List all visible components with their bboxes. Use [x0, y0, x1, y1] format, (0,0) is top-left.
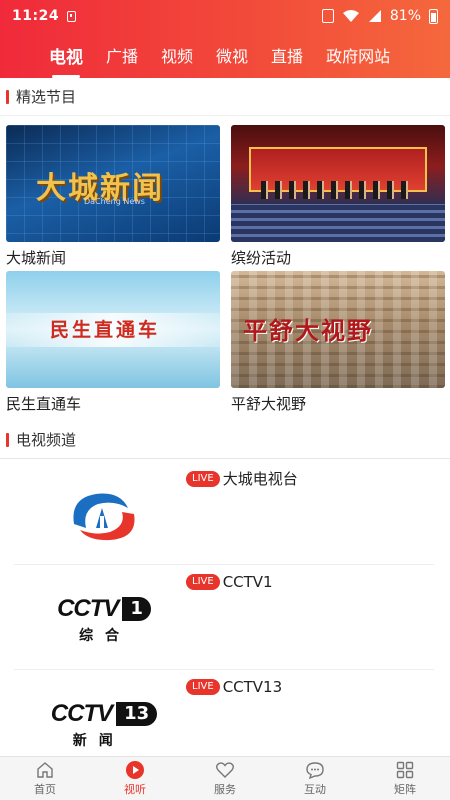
cctv-logo-number: 13: [116, 702, 158, 726]
grid-icon: [396, 761, 414, 779]
app-header: 11:24 81% 电视 广播 视频 微视 直播 政府网站: [0, 0, 450, 78]
status-time: 11:24: [12, 8, 60, 24]
tab-video[interactable]: 视频: [161, 32, 193, 78]
cctv-logo-subtitle: 新闻: [72, 733, 125, 749]
nav-label: 服务: [214, 783, 236, 796]
section-marker: [6, 432, 9, 447]
live-badge: LIVE: [186, 679, 220, 695]
program-card-dacheng-news[interactable]: 大城新闻 DaCheng News 大城新闻: [6, 125, 220, 268]
cctv-logo-text: CCTV: [57, 595, 119, 622]
program-thumbnail[interactable]: 民生直通车: [6, 271, 220, 388]
featured-section-title: 精选节目: [16, 88, 77, 106]
channel-item-dacheng[interactable]: LIVE 大城电视台: [14, 460, 434, 565]
channels-section-header: 电视频道: [0, 421, 450, 459]
audience-graphic: [231, 204, 445, 242]
chat-icon: [306, 762, 324, 780]
nav-home[interactable]: 首页: [0, 757, 90, 800]
program-card-pingshu[interactable]: 平舒大视野 平舒大视野: [231, 271, 445, 414]
dacheng-tv-logo: [34, 480, 174, 550]
bottom-nav: 首页 视听 服务 互动 矩阵: [0, 756, 450, 800]
home-icon: [37, 762, 53, 778]
dacheng-logo-icon: [73, 493, 135, 541]
cctv13-logo: CCTV 13 新闻: [34, 690, 174, 760]
tab-radio[interactable]: 广播: [106, 32, 138, 78]
nav-label: 视听: [124, 783, 146, 796]
cctv-logo-number: 1: [122, 597, 151, 621]
status-bar: 11:24 81%: [0, 0, 450, 32]
program-label[interactable]: 平舒大视野: [231, 393, 445, 414]
battery-percent: 81%: [389, 8, 421, 24]
program-thumbnail[interactable]: [231, 125, 445, 242]
thumb-subtitle: DaCheng News: [84, 197, 145, 206]
signal-icon: [368, 10, 381, 22]
program-thumbnail[interactable]: 平舒大视野: [231, 271, 445, 388]
live-badge: LIVE: [186, 470, 220, 487]
play-icon: [126, 761, 144, 779]
channel-info: LIVE CCTV1: [186, 573, 273, 591]
tab-micro-video[interactable]: 微视: [216, 32, 248, 78]
program-card-activities[interactable]: 缤纷活动: [231, 125, 445, 268]
thumb-title: 民生直通车: [50, 319, 161, 341]
nav-label: 矩阵: [394, 783, 416, 796]
nav-label: 互动: [304, 783, 326, 796]
top-tabs: 电视 广播 视频 微视 直播 政府网站: [0, 32, 450, 78]
nav-matrix[interactable]: 矩阵: [360, 757, 450, 800]
channel-name[interactable]: CCTV13: [223, 678, 282, 696]
program-thumbnail[interactable]: 大城新闻 DaCheng News: [6, 125, 220, 242]
featured-section-header: 精选节目: [0, 78, 450, 116]
channel-item-cctv1[interactable]: CCTV 1 综合 LIVE CCTV1: [14, 565, 434, 670]
thumb-title: 平舒大视野: [243, 316, 373, 345]
nav-service[interactable]: 服务: [180, 757, 270, 800]
sim-icon: [67, 10, 77, 22]
nav-audiovisual[interactable]: 视听: [90, 757, 180, 800]
tab-gov-site[interactable]: 政府网站: [326, 32, 390, 78]
channel-info: LIVE 大城电视台: [186, 468, 298, 489]
program-label[interactable]: 民生直通车: [6, 393, 220, 414]
tab-tv[interactable]: 电视: [49, 32, 83, 78]
cctv-logo-subtitle: 综合: [79, 628, 132, 644]
channel-name[interactable]: CCTV1: [223, 573, 273, 591]
performers-graphic: [261, 181, 415, 199]
cctv-logo-text: CCTV: [50, 700, 113, 727]
battery-icon: [429, 8, 438, 24]
status-right: 81%: [321, 8, 438, 24]
section-marker: [6, 89, 9, 104]
live-badge: LIVE: [186, 574, 220, 590]
program-label[interactable]: 缤纷活动: [231, 247, 445, 268]
heart-icon: [216, 762, 234, 778]
nav-label: 首页: [34, 783, 56, 796]
vibrate-icon: [321, 9, 334, 23]
channel-info: LIVE CCTV13: [186, 678, 282, 696]
cctv1-logo: CCTV 1 综合: [34, 585, 174, 655]
channels-section-title: 电视频道: [16, 431, 77, 449]
channel-name[interactable]: 大城电视台: [223, 468, 298, 489]
tab-live[interactable]: 直播: [271, 32, 303, 78]
program-label[interactable]: 大城新闻: [6, 247, 220, 268]
nav-interact[interactable]: 互动: [270, 757, 360, 800]
program-card-minsheng[interactable]: 民生直通车 民生直通车: [6, 271, 220, 414]
wifi-icon: [342, 10, 359, 22]
